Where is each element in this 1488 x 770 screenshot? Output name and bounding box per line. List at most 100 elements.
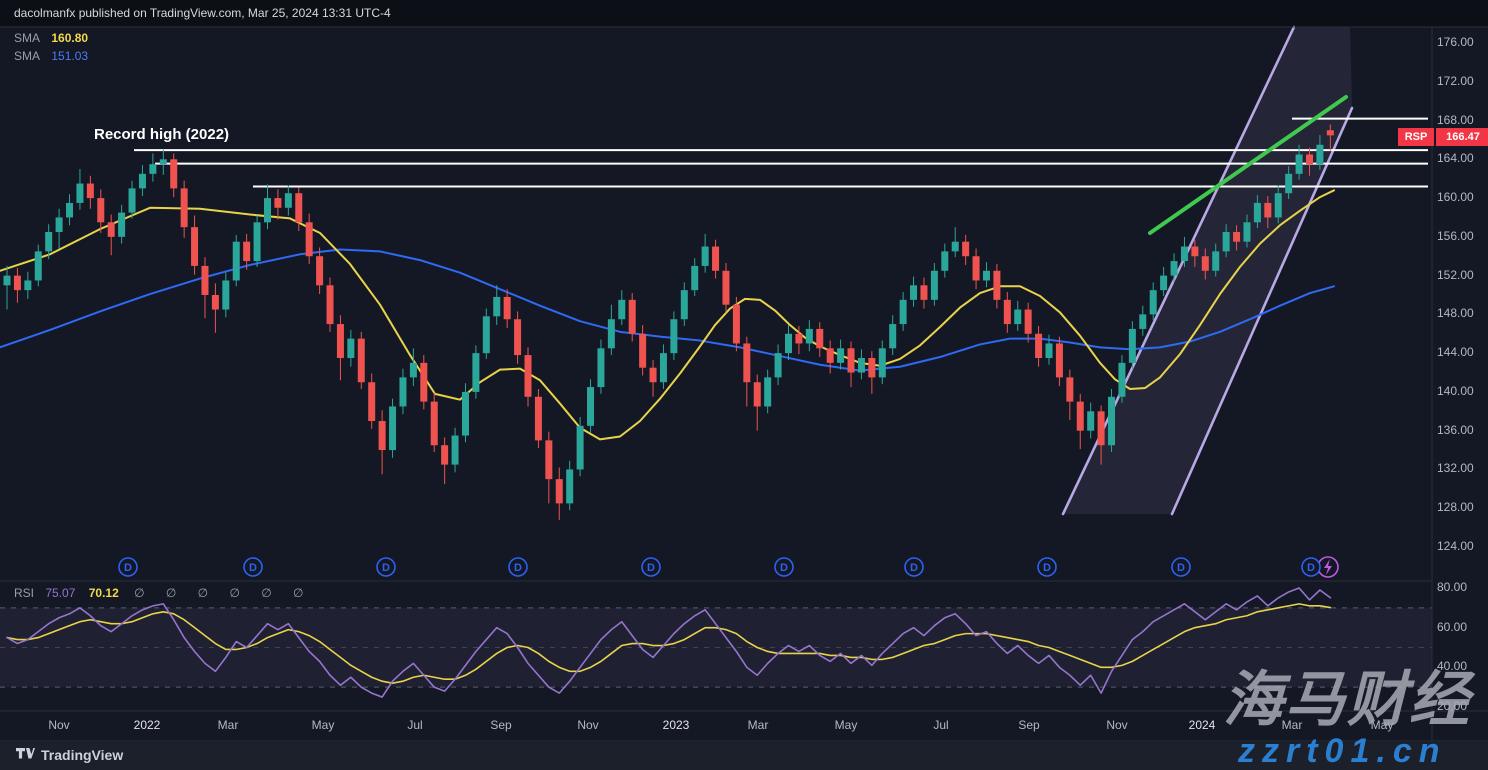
candle-body: [1160, 276, 1167, 291]
candle-body: [222, 280, 229, 309]
time-axis-label: 2024: [1189, 718, 1216, 732]
rsi-ma-value: 70.12: [89, 586, 119, 600]
candle-body: [493, 297, 500, 316]
candle-body: [608, 319, 615, 348]
last-price-value: 166.47: [1436, 128, 1488, 146]
dividend-marker-letter: D: [780, 562, 788, 574]
candle-body: [108, 222, 115, 237]
time-axis-label: May: [835, 718, 858, 732]
price-axis-label: 136.00: [1437, 423, 1474, 437]
rsi-axis-label: 80.00: [1437, 580, 1467, 594]
candle-body: [254, 222, 261, 261]
candle-body: [1056, 343, 1063, 377]
candle-body: [389, 406, 396, 450]
price-axis-label: 168.00: [1437, 113, 1474, 127]
price-axis-label: 124.00: [1437, 539, 1474, 553]
tradingview-chart-screenshot: dacolmanfx published on TradingView.com,…: [0, 0, 1488, 770]
sma-fast-legend[interactable]: SMA 160.80: [14, 31, 88, 45]
price-axis-label: 132.00: [1437, 461, 1474, 475]
candle-body: [410, 363, 417, 378]
candle-body: [462, 392, 469, 436]
candle-body: [837, 348, 844, 363]
candle-body: [639, 334, 646, 368]
candle-body: [941, 251, 948, 270]
candle-body: [472, 353, 479, 392]
rsi-legend[interactable]: RSI 75.07 70.12 ∅ ∅ ∅ ∅ ∅ ∅: [14, 586, 313, 600]
candle-body: [525, 355, 532, 397]
candle-body: [243, 242, 250, 261]
candle-body: [952, 242, 959, 252]
candle-body: [76, 184, 83, 203]
candle-body: [399, 377, 406, 406]
dividend-marker-letter: D: [1307, 562, 1315, 574]
candle-body: [420, 363, 427, 402]
candle-body: [931, 271, 938, 300]
dividend-marker-letter: D: [514, 562, 522, 574]
candle-body: [66, 203, 73, 218]
candle-body: [87, 184, 94, 199]
candle-body: [754, 382, 761, 406]
candle-body: [1077, 402, 1084, 431]
chart-area[interactable]: DDDDDDDDDD: [0, 0, 1488, 770]
candle-body: [879, 348, 886, 377]
candle-body: [1264, 203, 1271, 218]
candle-body: [1316, 145, 1323, 164]
candle-body: [337, 324, 344, 358]
candle-body: [285, 193, 292, 208]
candle-body: [1327, 130, 1334, 135]
candle-body: [1108, 397, 1115, 445]
tradingview-logo[interactable]: TradingView: [16, 747, 123, 763]
price-axis-label: 152.00: [1437, 268, 1474, 282]
candle-body: [993, 271, 1000, 300]
time-axis-label: Sep: [490, 718, 511, 732]
candle-body: [139, 174, 146, 189]
candle-body: [785, 334, 792, 353]
candle-body: [868, 358, 875, 377]
candle-body: [212, 295, 219, 310]
candle-body: [858, 358, 865, 373]
candle-body: [295, 193, 302, 222]
candle-body: [743, 343, 750, 382]
candle-body: [368, 382, 375, 421]
candle-body: [14, 276, 21, 291]
candle-body: [264, 198, 271, 222]
candle-body: [56, 217, 63, 232]
candle-body: [556, 479, 563, 503]
candle-body: [316, 256, 323, 285]
dividend-marker-letter: D: [1177, 562, 1185, 574]
bottom-toolbar: [0, 741, 1488, 770]
candle-body: [1098, 411, 1105, 445]
candle-body: [118, 213, 125, 237]
candle-body: [1066, 377, 1073, 401]
candle-body: [201, 266, 208, 295]
sma-slow-value: 151.03: [51, 49, 88, 63]
time-axis-label: May: [312, 718, 335, 732]
candle-body: [504, 297, 511, 319]
candle-body: [97, 198, 104, 222]
dividend-marker-letter: D: [382, 562, 390, 574]
candle-body: [618, 300, 625, 319]
candle-body: [920, 285, 927, 300]
dividend-marker-letter: D: [647, 562, 655, 574]
price-axis-label: 148.00: [1437, 306, 1474, 320]
price-axis-label: 176.00: [1437, 35, 1474, 49]
sma-slow-legend[interactable]: SMA 151.03: [14, 49, 88, 63]
candle-body: [170, 159, 177, 188]
candle-body: [733, 305, 740, 344]
rsi-axis-label: 40.00: [1437, 659, 1467, 673]
candle-body: [1025, 310, 1032, 334]
time-axis-label: May: [1371, 718, 1394, 732]
chart-canvas: DDDDDDDDDD: [0, 0, 1488, 770]
candle-body: [1129, 329, 1136, 363]
candle-body: [1275, 193, 1282, 217]
candle-body: [973, 256, 980, 280]
rsi-label: RSI: [14, 586, 34, 600]
symbol-badge: RSP: [1398, 128, 1434, 146]
candle-body: [816, 329, 823, 348]
candle-body: [712, 247, 719, 271]
last-price-label: RSP 166.47: [1398, 128, 1488, 146]
candle-body: [722, 271, 729, 305]
rsi-axis-label: 20.00: [1437, 699, 1467, 713]
candle-body: [1181, 247, 1188, 262]
candle-body: [483, 316, 490, 353]
